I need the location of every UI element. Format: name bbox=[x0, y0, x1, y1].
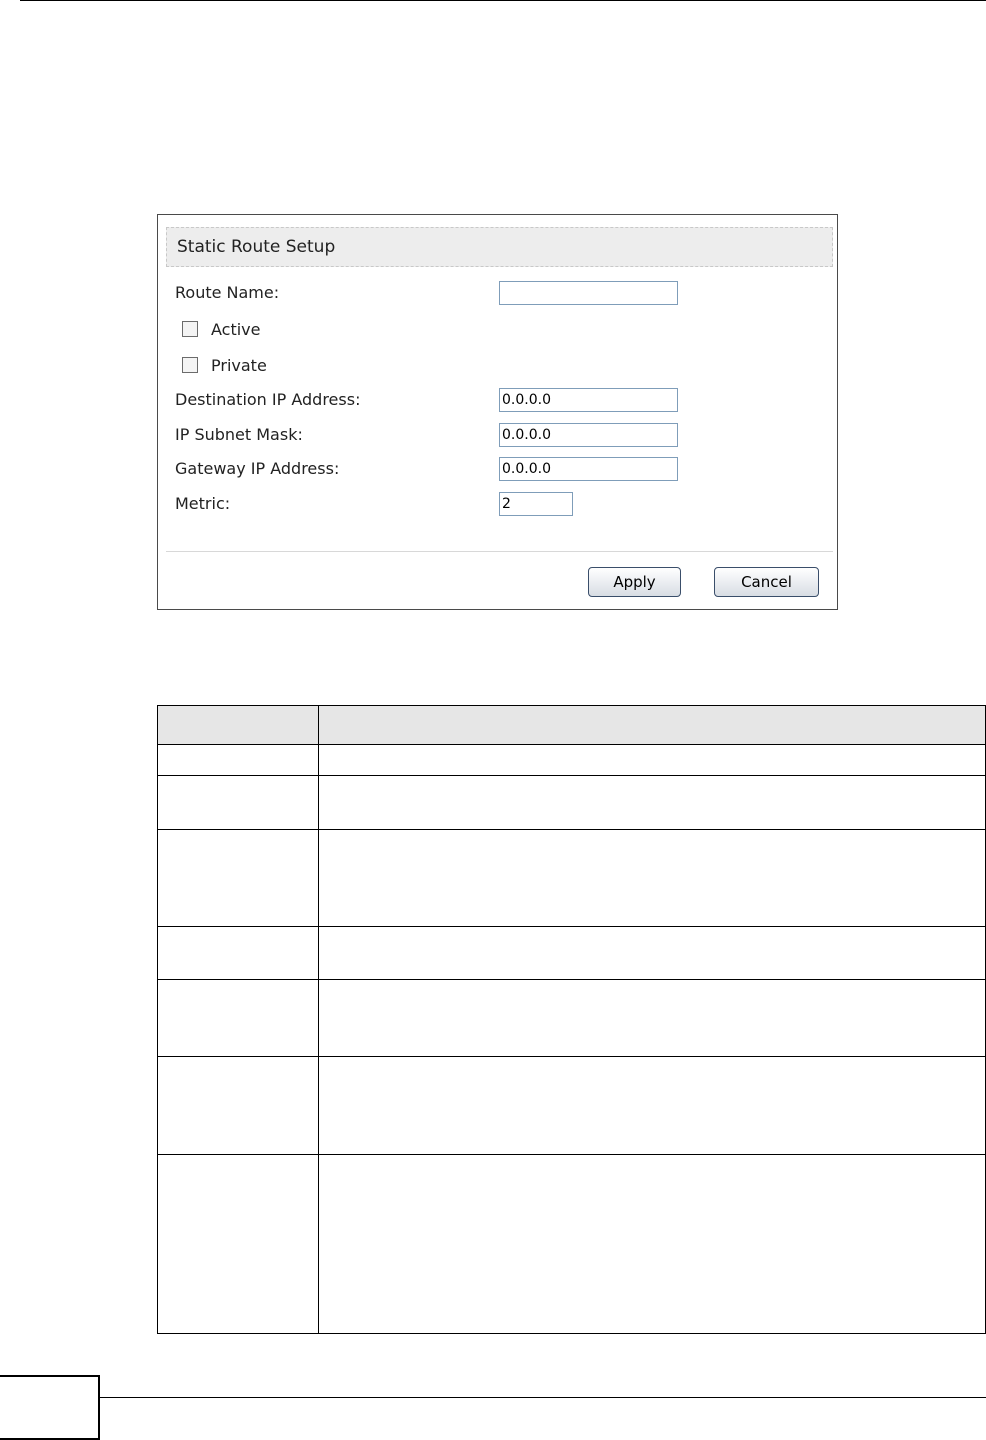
table-cell bbox=[157, 829, 319, 927]
destination-ip-label: Destination IP Address: bbox=[175, 390, 361, 409]
table-cell bbox=[157, 1154, 319, 1334]
table-header-cell bbox=[318, 705, 986, 745]
route-name-input[interactable] bbox=[499, 281, 678, 305]
table-row bbox=[157, 744, 986, 776]
metric-label: Metric: bbox=[175, 494, 231, 513]
table-row bbox=[157, 1056, 986, 1155]
table-cell bbox=[157, 979, 319, 1057]
apply-button[interactable]: Apply bbox=[588, 567, 681, 597]
private-label: Private bbox=[211, 356, 267, 375]
panel-title: Static Route Setup bbox=[166, 227, 833, 267]
table-header-row bbox=[157, 705, 986, 745]
static-route-setup-panel: Static Route Setup Route Name: Active Pr… bbox=[157, 214, 838, 610]
private-checkbox[interactable] bbox=[182, 357, 198, 373]
table-cell bbox=[318, 775, 986, 830]
table-cell bbox=[318, 744, 986, 776]
table-cell bbox=[157, 926, 319, 980]
description-table bbox=[157, 705, 986, 1334]
page-top-rule bbox=[20, 0, 986, 1]
gateway-ip-input[interactable] bbox=[499, 457, 678, 481]
table-cell bbox=[318, 829, 986, 927]
page-bottom-rule bbox=[100, 1397, 986, 1398]
table-cell bbox=[157, 744, 319, 776]
table-row bbox=[157, 1154, 986, 1334]
table-cell bbox=[157, 1056, 319, 1155]
table-cell bbox=[157, 775, 319, 830]
table-row bbox=[157, 829, 986, 927]
table-cell bbox=[318, 979, 986, 1057]
active-label: Active bbox=[211, 320, 261, 339]
page-number-box bbox=[0, 1375, 100, 1440]
metric-input[interactable] bbox=[499, 492, 573, 516]
destination-ip-input[interactable] bbox=[499, 388, 678, 412]
gateway-ip-label: Gateway IP Address: bbox=[175, 459, 340, 478]
table-cell bbox=[318, 926, 986, 980]
cancel-button[interactable]: Cancel bbox=[714, 567, 819, 597]
table-header-cell bbox=[157, 705, 319, 745]
table-row bbox=[157, 979, 986, 1057]
table-cell bbox=[318, 1056, 986, 1155]
table-cell bbox=[318, 1154, 986, 1334]
subnet-mask-input[interactable] bbox=[499, 423, 678, 447]
panel-divider bbox=[166, 551, 833, 552]
active-checkbox[interactable] bbox=[182, 321, 198, 337]
table-row bbox=[157, 775, 986, 830]
route-name-label: Route Name: bbox=[175, 283, 280, 302]
table-row bbox=[157, 926, 986, 980]
subnet-mask-label: IP Subnet Mask: bbox=[175, 425, 303, 444]
